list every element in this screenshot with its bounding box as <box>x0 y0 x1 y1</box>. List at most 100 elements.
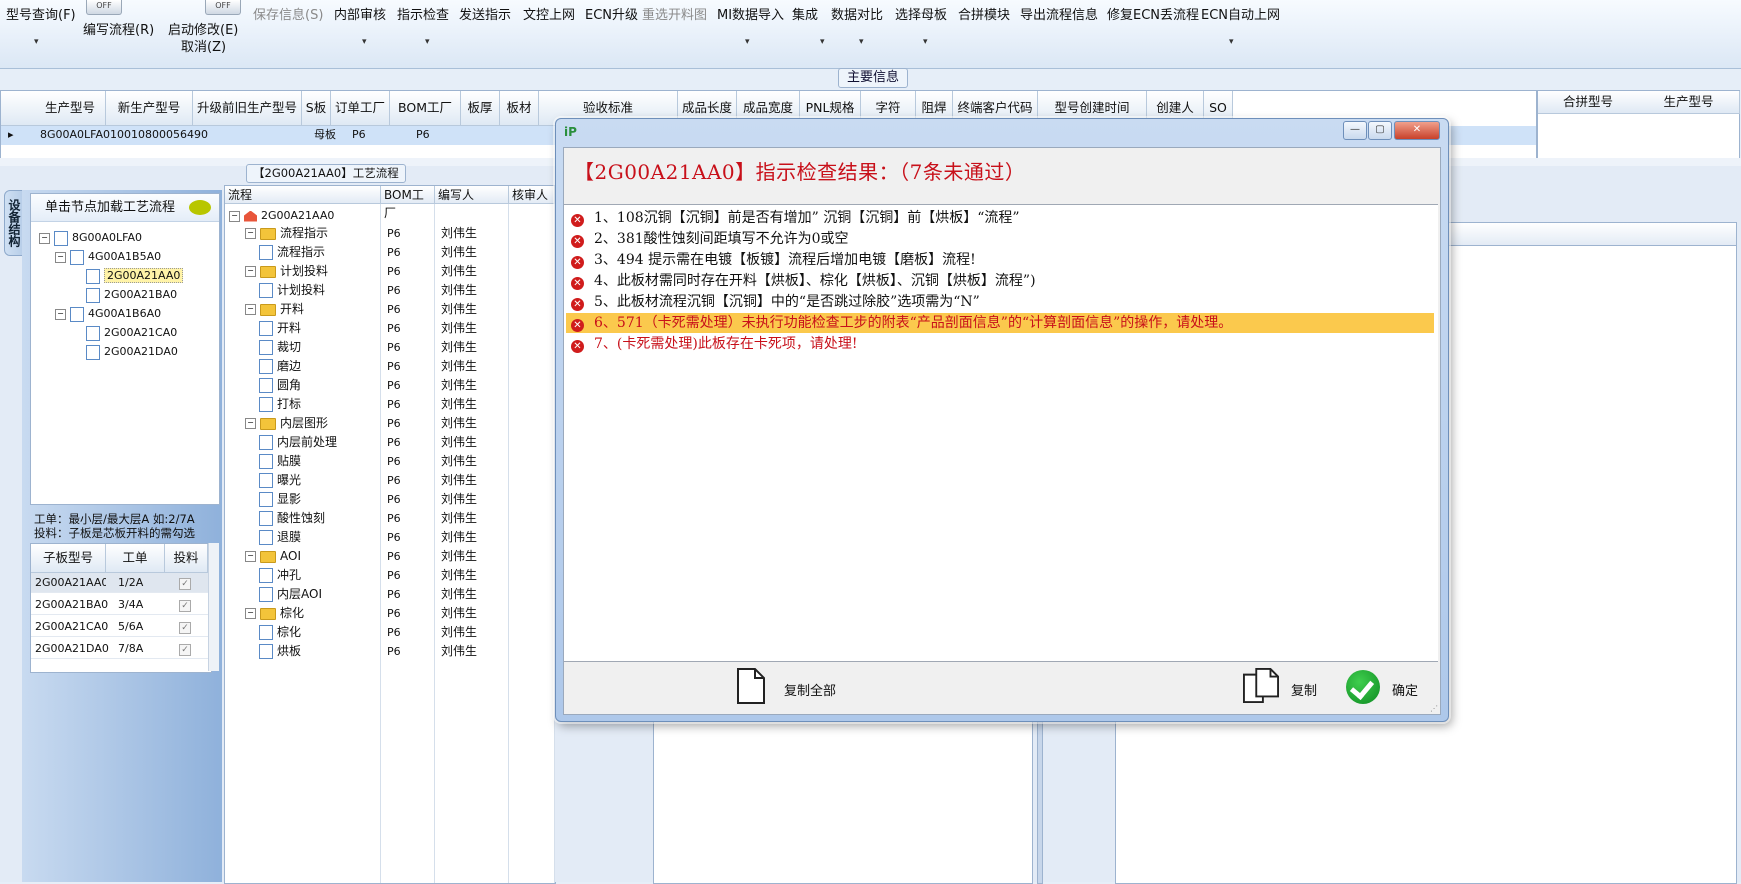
toolbar-button[interactable]: ECN自动上网 <box>1201 4 1280 23</box>
column-header[interactable]: 核审人 <box>509 186 555 204</box>
column-header[interactable]: 生产型号 <box>35 91 106 126</box>
work-order-cell[interactable]: 5/6A <box>106 617 165 637</box>
toolbar-button[interactable]: 修复ECN丢流程 <box>1107 4 1199 23</box>
sub-board-model[interactable]: 2G00A21BA0 <box>31 595 108 615</box>
sub-grid-scrollbar[interactable] <box>208 543 219 671</box>
column-header[interactable]: 投料 <box>165 544 208 573</box>
process-step[interactable]: 圆角 <box>259 376 301 395</box>
tree-node[interactable]: 2G00A21DA0 <box>71 344 178 360</box>
process-step[interactable]: 曝光 <box>259 471 301 490</box>
feed-checkbox[interactable]: ✓ <box>179 600 191 612</box>
maximize-button[interactable]: ▢ <box>1368 121 1392 140</box>
process-group[interactable]: − AOI <box>245 547 301 566</box>
tree-node[interactable]: − 8G00A0LFA0 <box>39 230 142 246</box>
toggle-off-switch[interactable]: OFF <box>86 0 122 15</box>
process-step[interactable]: 计划投料 <box>259 281 325 300</box>
result-item[interactable]: ✕ 1、108沉铜【沉铜】前是否有增加” 沉铜【沉铜】前【烘板】“流程” <box>566 208 1434 228</box>
toolbar-button[interactable]: 数据对比 <box>831 4 883 23</box>
toolbar-button[interactable]: 编写流程(R) <box>83 19 154 38</box>
process-step[interactable]: 棕化 <box>259 623 301 642</box>
expand-toggle-icon[interactable]: − <box>245 551 256 562</box>
column-header[interactable]: 流程 <box>225 186 381 204</box>
process-root-node[interactable]: − 2G00A21AA0 <box>229 206 334 225</box>
process-step[interactable]: 磨边 <box>259 357 301 376</box>
column-header[interactable]: S板 <box>302 91 331 126</box>
expand-toggle-icon[interactable]: − <box>245 418 256 429</box>
process-step[interactable]: 烘板 <box>259 642 301 661</box>
tree-node[interactable]: 2G00A21AA0 <box>71 268 184 284</box>
speech-bubble-icon[interactable] <box>189 200 211 215</box>
process-step[interactable]: 内层前处理 <box>259 433 337 452</box>
toolbar-button[interactable]: 指示检查 <box>397 4 449 23</box>
sub-board-model[interactable]: 2G00A21CA0 <box>31 617 108 637</box>
dropdown-arrow-icon[interactable]: ▾ <box>923 37 928 47</box>
result-list[interactable]: ✕ 1、108沉铜【沉铜】前是否有增加” 沉铜【沉铜】前【烘板】“流程” ✕ 2、38… <box>564 204 1438 662</box>
expand-toggle-icon[interactable]: − <box>55 251 66 263</box>
dropdown-arrow-icon[interactable]: ▾ <box>362 37 367 47</box>
dropdown-arrow-icon[interactable]: ▾ <box>745 37 750 47</box>
process-step[interactable]: 酸性蚀刻 <box>259 509 325 528</box>
expand-toggle-icon[interactable]: − <box>55 308 66 320</box>
feed-checkbox-cell[interactable]: ✓ <box>165 573 208 593</box>
column-header[interactable]: 订单工厂 <box>331 91 390 126</box>
dropdown-arrow-icon[interactable]: ▾ <box>1229 37 1234 47</box>
column-header[interactable]: BOM工厂 <box>390 91 461 126</box>
column-header[interactable]: 子板型号 <box>31 544 106 573</box>
feed-checkbox[interactable]: ✓ <box>179 622 191 634</box>
result-item[interactable]: ✕ 6、571（卡死需处理）未执行功能检查工步的附表“产品剖面信息”的“计算剖面信… <box>566 313 1434 333</box>
work-order-cell[interactable]: 1/2A <box>106 573 165 593</box>
process-group[interactable]: − 内层图形 <box>245 414 328 433</box>
toolbar-button[interactable]: 集成 <box>792 4 818 23</box>
tree-node[interactable]: − 4G00A1B5A0 <box>55 249 161 265</box>
process-step[interactable]: 冲孔 <box>259 566 301 585</box>
resize-grip-icon[interactable]: ⋰ <box>1430 704 1438 713</box>
process-step[interactable]: 内层AOI <box>259 585 322 604</box>
copy-button[interactable]: 复制 <box>1241 668 1331 708</box>
result-item[interactable]: ✕ 5、此板材流程沉铜【沉铜】中的“是否跳过除胶”选项需为“N” <box>566 292 1434 312</box>
process-group[interactable]: − 计划投料 <box>245 262 328 281</box>
toolbar-button[interactable]: 内部审核 <box>334 4 386 23</box>
toolbar-button[interactable]: ECN升级 <box>585 4 638 23</box>
sub-board-model[interactable]: 2G00A21AA0 <box>31 573 108 593</box>
process-step[interactable]: 裁切 <box>259 338 301 357</box>
process-step[interactable]: 贴膜 <box>259 452 301 471</box>
toolbar-button[interactable]: 发送指示 <box>459 4 511 23</box>
toolbar-button[interactable]: 型号查询(F) <box>6 4 76 23</box>
column-header[interactable]: 板材 <box>500 91 539 126</box>
tree-node[interactable]: 2G00A21BA0 <box>71 287 177 303</box>
process-step[interactable]: 打标 <box>259 395 301 414</box>
expand-toggle-icon[interactable]: − <box>245 304 256 315</box>
toolbar-button[interactable]: 导出流程信息 <box>1020 4 1098 23</box>
feed-checkbox[interactable]: ✓ <box>179 578 191 590</box>
column-header[interactable]: 工单 <box>106 544 165 573</box>
expand-toggle-icon[interactable]: − <box>245 266 256 277</box>
column-header[interactable]: 合拼型号 <box>1538 91 1639 114</box>
tree-node[interactable]: 2G00A21CA0 <box>71 325 177 341</box>
process-step[interactable]: 开料 <box>259 319 301 338</box>
feed-checkbox-cell[interactable]: ✓ <box>165 617 208 637</box>
feed-checkbox[interactable]: ✓ <box>179 644 191 656</box>
result-item[interactable]: ✕ 2、381酸性蚀刻间距填写不允许为0或空 <box>566 229 1434 249</box>
sub-board-model[interactable]: 2G00A21DA0 <box>31 639 109 659</box>
work-order-cell[interactable]: 7/8A <box>106 639 165 659</box>
toolbar-button[interactable]: 取消(Z) <box>181 36 226 55</box>
copy-all-button[interactable]: 复制全部 <box>736 668 856 708</box>
result-item[interactable]: ✕ 7、(卡死需处理)此板存在卡死项，请处理! <box>566 334 1434 354</box>
toolbar-button[interactable]: MI数据导入 <box>717 4 784 23</box>
column-header[interactable]: 生产型号 <box>1638 91 1740 114</box>
toolbar-button[interactable]: 选择母板 <box>895 4 947 23</box>
tree-node[interactable]: − 4G00A1B6A0 <box>55 306 161 322</box>
process-step[interactable]: 显影 <box>259 490 301 509</box>
column-header[interactable]: 升级前旧生产型号 <box>193 91 302 126</box>
column-header[interactable]: BOM工厂 <box>381 186 435 220</box>
dropdown-arrow-icon[interactable]: ▾ <box>820 37 825 47</box>
expand-toggle-icon[interactable]: − <box>39 232 50 244</box>
dropdown-arrow-icon[interactable]: ▾ <box>34 37 39 47</box>
process-step[interactable]: 退膜 <box>259 528 301 547</box>
close-button[interactable]: ✕ <box>1394 121 1440 140</box>
process-group[interactable]: − 开料 <box>245 300 304 319</box>
process-group[interactable]: − 棕化 <box>245 604 304 623</box>
ok-button[interactable]: 确定 <box>1346 668 1430 708</box>
dropdown-arrow-icon[interactable]: ▾ <box>859 37 864 47</box>
column-header[interactable]: 板厚 <box>461 91 500 126</box>
